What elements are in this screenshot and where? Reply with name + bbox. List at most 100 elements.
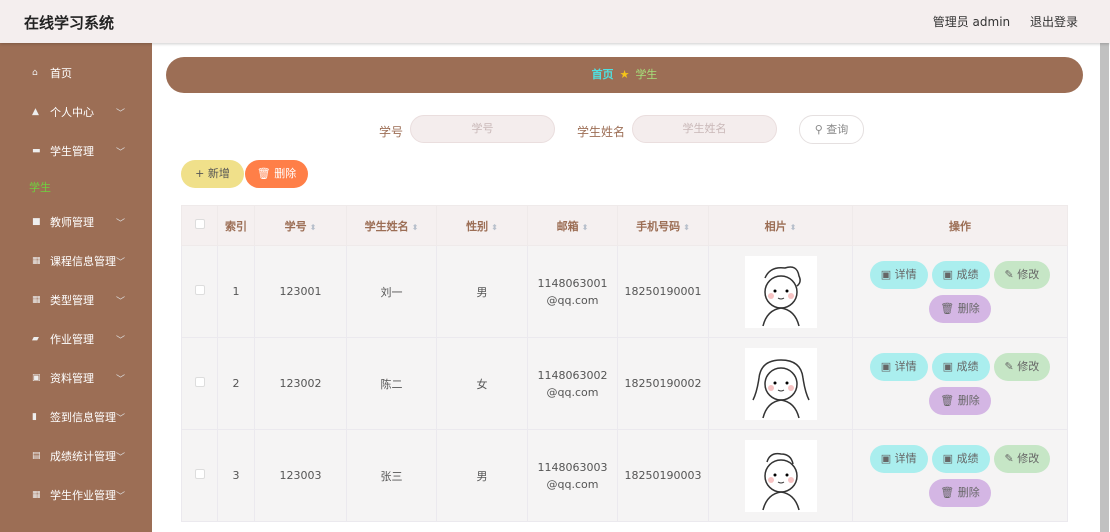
cell-name: 陈二 [346,337,437,430]
sidebar-item[interactable]: ■ 教师管理 ﹀ [32,212,132,232]
trash-icon: 🗑 [940,393,958,407]
col-phone[interactable]: 手机号码 ⬍ [617,205,709,246]
sidebar-item-label: 签到信息管理 [50,411,116,424]
sort-icon: ⬍ [491,222,498,232]
student-name-label: 学生姓名 [577,125,626,139]
cell-email: 1148063002@qq.com [527,337,618,430]
col-name[interactable]: 学生姓名 ⬍ [346,205,437,246]
row-checkbox[interactable] [181,429,218,522]
cell-id: 123002 [254,337,347,430]
col-gender[interactable]: 性别 ⬍ [436,205,528,246]
sidebar-item-label: 类型管理 [50,294,94,307]
breadcrumb-home[interactable]: 首页 [592,68,614,81]
search-icon: ⚲ [814,123,827,136]
sidebar-item[interactable]: ▦ 学生作业管理 ﹀ [32,485,132,505]
select-all-checkbox[interactable] [181,205,218,246]
document-icon: ▣ [942,359,957,373]
chevron-down-icon: ﹀ [116,374,126,385]
col-email[interactable]: 邮箱 ⬍ [527,205,618,246]
score-button[interactable]: ▣ 成绩 [931,352,990,381]
chevron-down-icon: ﹀ [116,257,126,268]
sidebar-item-label: 教师管理 [50,216,94,229]
sidebar-item[interactable]: ▰ 作业管理 ﹀ [32,329,132,349]
score-button[interactable]: ▣ 成绩 [931,260,990,289]
cell-photo [708,337,853,430]
cell-phone: 18250190001 [617,245,709,338]
cell-gender: 女 [436,337,528,430]
scrollbar[interactable] [1100,43,1109,532]
chevron-down-icon: ﹀ [116,296,126,307]
sidebar-item[interactable]: ▣ 资料管理 ﹀ [32,368,132,388]
detail-button[interactable]: ▣ 详情 [869,260,928,289]
score-button[interactable]: ▣ 成绩 [931,444,990,473]
detail-button[interactable]: ▣ 详情 [869,352,928,381]
add-button[interactable]: + 新增 [181,160,244,188]
batch-delete-button[interactable]: 🗑 删除 [245,160,308,188]
student-name-input[interactable]: 学生姓名 [632,115,777,143]
edit-button[interactable]: ✎ 修改 [993,352,1051,381]
sort-icon: ⬍ [309,222,317,232]
document-icon: ▣ [942,451,957,465]
edit-button[interactable]: ✎ 修改 [993,444,1051,473]
pencil-icon: ✎ [1004,359,1018,373]
cell-photo [708,429,853,522]
delete-button[interactable]: 🗑 删除 [929,386,991,415]
student-id-input[interactable]: 学号 [410,115,555,143]
sidebar-item[interactable]: ▦ 课程信息管理 ﹀ [32,251,132,271]
student-photo[interactable] [744,255,817,328]
table-row: 2 123002 陈二 女 1148063002@qq.com 18250190… [181,337,1068,430]
pencil-icon: ✎ [1004,267,1018,281]
sidebar-item[interactable]: ▮ 签到信息管理 ﹀ [32,407,132,427]
col-id[interactable]: 学号 ⬍ [254,205,347,246]
query-button[interactable]: ⚲ 查询 [799,115,864,144]
sidebar-item-label: 学生作业管理 [50,489,116,502]
cell-name: 刘一 [346,245,437,338]
star-icon: ★ [619,68,630,81]
chat-icon: ▬ [32,146,41,156]
chevron-down-icon: ﹀ [116,335,126,346]
delete-button[interactable]: 🗑 删除 [929,294,991,323]
col-index: 索引 [217,205,255,246]
sidebar-item[interactable]: ⌂ 首页 [32,63,132,83]
pencil-icon: ✎ [1004,451,1018,465]
students-table: 索引 学号 ⬍ 学生姓名 ⬍ 性别 ⬍ 邮箱 ⬍ 手机号码 ⬍ 相片 ⬍ 操作 1 1230… [181,205,1068,522]
cell-phone: 18250190002 [617,337,709,430]
main-content: 首页 ★ 学生 学号 学号 学生姓名 学生姓名 ⚲ 查询 + 新增 🗑 删除 索引 … [152,43,1110,532]
cell-index: 3 [217,429,255,522]
sort-icon: ⬍ [411,222,419,232]
sidebar: ⌂ 首页 ▲ 个人中心 ﹀ ▬ 学生管理 ﹀ ■ 教师管理 ﹀ ▦ 课程信息管理 ﹀ ▦ 类型管理 ﹀ ▰ 作业管理… [0,43,152,532]
sidebar-item[interactable]: ▦ 类型管理 ﹀ [32,290,132,310]
detail-button[interactable]: ▣ 详情 [869,444,928,473]
row-checkbox[interactable] [181,337,218,430]
document-icon: ▣ [942,267,957,281]
col-actions: 操作 [852,205,1068,246]
edit-button[interactable]: ✎ 修改 [993,260,1051,289]
sort-icon: ⬍ [683,222,690,232]
chevron-down-icon: ﹀ [116,491,126,502]
sidebar-item[interactable]: ▲ 个人中心 ﹀ [32,102,132,122]
row-checkbox[interactable] [181,245,218,338]
current-user: 管理员 admin [932,15,1011,29]
sidebar-item-label: 作业管理 [50,333,94,346]
delete-button[interactable]: 🗑 删除 [929,478,991,507]
grid-icon: ▦ [32,256,41,266]
breadcrumb: 首页 ★ 学生 [166,57,1083,93]
book-icon: ▮ [32,412,37,422]
chevron-down-icon: ﹀ [116,452,126,463]
logout-link[interactable]: 退出登录 [1030,15,1078,29]
table-row: 1 123001 刘一 男 1148063001@qq.com 18250190… [181,245,1068,338]
chevron-down-icon: ﹀ [116,218,126,229]
student-photo[interactable] [744,347,817,420]
sort-icon: ⬍ [581,222,589,232]
sidebar-item[interactable]: ▬ 学生管理 ﹀ [32,141,132,161]
cell-phone: 18250190003 [617,429,709,522]
cell-id: 123003 [254,429,347,522]
sidebar-item-label: 课程信息管理 [50,255,116,268]
student-photo[interactable] [744,439,817,512]
col-photo[interactable]: 相片 ⬍ [708,205,853,246]
sidebar-item-label: 资料管理 [50,372,94,385]
trash-icon: 🗑 [256,167,275,180]
sidebar-subitem-student[interactable]: 学生 [29,179,51,195]
sidebar-item[interactable]: ▤ 成绩统计管理 ﹀ [32,446,132,466]
plus-icon: + [195,167,208,180]
